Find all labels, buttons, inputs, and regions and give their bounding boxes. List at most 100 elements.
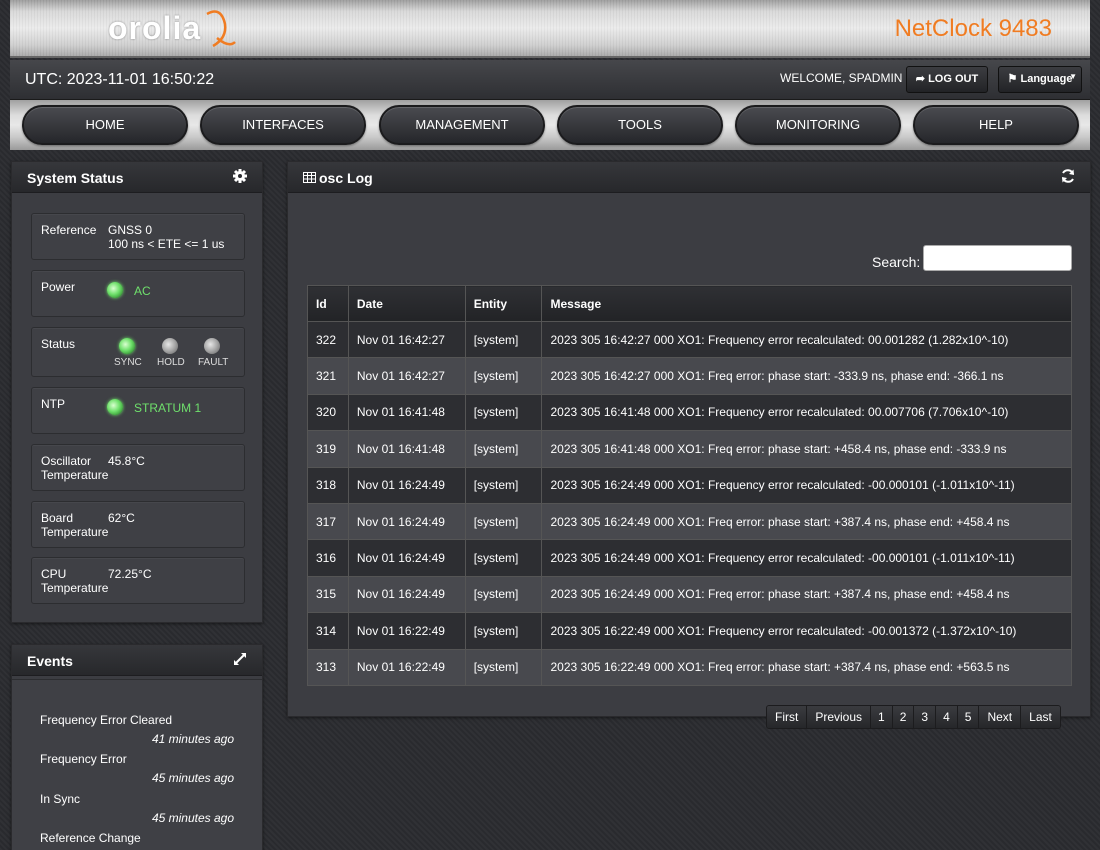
cell-date: Nov 01 16:24:49 — [348, 503, 466, 541]
event-title: Reference Change — [40, 831, 141, 845]
cell-entity: [system] — [465, 430, 543, 468]
fault-led-icon — [204, 338, 220, 354]
cell-message: 2023 305 16:22:49 000 XO1: Frequency err… — [541, 612, 1072, 650]
cell-entity: [system] — [465, 612, 543, 650]
osc-log-title: osc Log — [319, 170, 373, 186]
system-status-title: System Status — [27, 170, 124, 186]
table-row: 320 Nov 01 16:41:48 [system] 2023 305 16:41… — [307, 394, 1072, 432]
cell-date: Nov 01 16:42:27 — [348, 357, 466, 395]
column-header-id[interactable]: Id — [307, 285, 349, 322]
event-title: Frequency Error — [40, 752, 127, 766]
system-status-header: System Status — [12, 162, 262, 193]
flag-icon: ⚑ — [1007, 73, 1018, 85]
nav-home[interactable]: HOME — [22, 105, 188, 145]
logout-button[interactable]: ➦ LOG OUT — [906, 66, 988, 93]
refresh-icon[interactable] — [1060, 168, 1076, 184]
nav-interfaces[interactable]: INTERFACES — [200, 105, 366, 145]
table-row: 322 Nov 01 16:42:27 [system] 2023 305 16:42… — [307, 321, 1072, 359]
event-time: 45 minutes ago — [151, 771, 234, 785]
pagination-first[interactable]: First — [767, 706, 808, 728]
log-table-body: 322 Nov 01 16:42:27 [system] 2023 305 16:42… — [307, 321, 1072, 686]
expand-icon[interactable] — [232, 651, 248, 667]
cpu-temp-label: Temperature — [41, 581, 109, 595]
caret-down-icon: ▼ — [1069, 72, 1077, 81]
cpu-temp-value: 72.25°C — [108, 567, 152, 581]
cell-id: 313 — [307, 649, 349, 686]
reference-box: Reference GNSS 0 100 ns < ETE <= 1 us — [31, 213, 245, 260]
language-dropdown[interactable]: ⚑ Language ▼ — [998, 66, 1082, 93]
logout-icon: ➦ — [915, 73, 926, 85]
nav-help[interactable]: HELP — [913, 105, 1079, 145]
pagination-previous[interactable]: Previous — [807, 706, 872, 728]
event-title: In Sync — [40, 792, 81, 806]
events-panel: Events Frequency Error Cleared 41 minute… — [11, 644, 263, 850]
cell-id: 320 — [307, 394, 349, 432]
pagination-next[interactable]: Next — [979, 706, 1022, 728]
power-box: Power AC — [31, 270, 245, 317]
column-header-message[interactable]: Message — [541, 285, 1072, 322]
hold-led-icon — [162, 338, 178, 354]
sync-caption: SYNC — [114, 357, 142, 368]
events-title: Events — [27, 653, 73, 669]
cell-date: Nov 01 16:41:48 — [348, 394, 466, 432]
logo-swoosh-icon — [206, 10, 236, 48]
cell-message: 2023 305 16:41:48 000 XO1: Freq error: p… — [541, 430, 1072, 468]
table-row: 317 Nov 01 16:24:49 [system] 2023 305 16:24… — [307, 503, 1072, 541]
search-input[interactable] — [923, 245, 1072, 271]
orolia-logo: orolia — [108, 10, 202, 46]
header-banner: orolia NetClock 9483 — [10, 0, 1090, 58]
logout-label: LOG OUT — [928, 73, 979, 85]
event-time: 45 minutes ago — [151, 811, 234, 825]
table-row: 316 Nov 01 16:24:49 [system] 2023 305 16:24… — [307, 539, 1072, 577]
pagination-page-3[interactable]: 3 — [914, 706, 937, 728]
ntp-value: STRATUM 1 — [134, 401, 202, 415]
cell-message: 2023 305 16:24:49 000 XO1: Frequency err… — [541, 539, 1072, 577]
welcome-text: WELCOME, SPADMIN — [780, 71, 903, 85]
cell-id: 322 — [307, 321, 349, 359]
cell-date: Nov 01 16:24:49 — [348, 576, 466, 614]
cell-entity: [system] — [465, 321, 543, 359]
cell-id: 316 — [307, 539, 349, 577]
cpu-temp-box: CPU Temperature 72.25°C — [31, 557, 245, 604]
pagination-page-2[interactable]: 2 — [892, 706, 915, 728]
table-row: 321 Nov 01 16:42:27 [system] 2023 305 16:42… — [307, 357, 1072, 395]
gear-icon[interactable] — [232, 168, 248, 184]
main-nav: HOME INTERFACES MANAGEMENT TOOLS MONITOR… — [10, 100, 1090, 150]
cell-id: 321 — [307, 357, 349, 395]
sync-led-icon — [119, 338, 135, 354]
table-row: 318 Nov 01 16:24:49 [system] 2023 305 16:24… — [307, 467, 1072, 504]
table-row: 314 Nov 01 16:22:49 [system] 2023 305 16:22… — [307, 612, 1072, 650]
osc-log-body: Search: Id Date Entity Message 322 Nov 01… — [288, 194, 1090, 729]
cell-message: 2023 305 16:41:48 000 XO1: Frequency err… — [541, 394, 1072, 432]
oscillator-temp-box: Oscillator Temperature 45.8°C — [31, 444, 245, 491]
cell-id: 315 — [307, 576, 349, 614]
cell-message: 2023 305 16:24:49 000 XO1: Freq error: p… — [541, 576, 1072, 614]
fault-caption: FAULT — [198, 357, 229, 368]
column-header-date[interactable]: Date — [348, 285, 466, 322]
nav-management[interactable]: MANAGEMENT — [379, 105, 545, 145]
cell-id: 319 — [307, 430, 349, 468]
cell-date: Nov 01 16:41:48 — [348, 430, 466, 468]
table-row: 319 Nov 01 16:41:48 [system] 2023 305 16:41… — [307, 430, 1072, 468]
nav-monitoring[interactable]: MONITORING — [735, 105, 901, 145]
cell-message: 2023 305 16:24:49 000 XO1: Freq error: p… — [541, 503, 1072, 541]
pagination-page-4[interactable]: 4 — [936, 706, 958, 728]
nav-tools[interactable]: TOOLS — [557, 105, 723, 145]
table-row: 315 Nov 01 16:24:49 [system] 2023 305 16:24… — [307, 576, 1072, 614]
cell-entity: [system] — [465, 539, 543, 577]
pagination-last[interactable]: Last — [1021, 706, 1060, 728]
cell-message: 2023 305 16:42:27 000 XO1: Frequency err… — [541, 321, 1072, 359]
table-icon — [303, 172, 316, 183]
ntp-box: NTP STRATUM 1 — [31, 387, 245, 434]
ntp-label: NTP — [41, 397, 65, 411]
cell-message: 2023 305 16:24:49 000 XO1: Frequency err… — [541, 467, 1072, 504]
pagination-page-1[interactable]: 1 — [871, 706, 893, 728]
oscillator-temp-label: Temperature — [41, 468, 109, 482]
cell-date: Nov 01 16:42:27 — [348, 321, 466, 359]
cell-entity: [system] — [465, 394, 543, 432]
event-time: 41 minutes ago — [151, 732, 234, 746]
pagination-page-5[interactable]: 5 — [957, 706, 980, 728]
cell-entity: [system] — [465, 503, 543, 541]
column-header-entity[interactable]: Entity — [465, 285, 543, 322]
reference-ete: 100 ns < ETE <= 1 us — [108, 237, 225, 251]
